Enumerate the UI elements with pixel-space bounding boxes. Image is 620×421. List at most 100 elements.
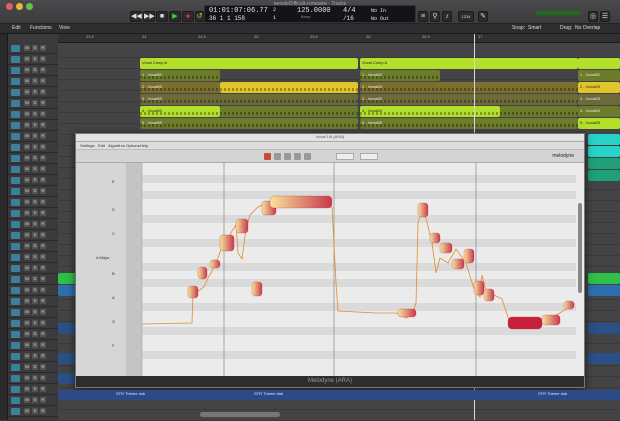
close-icon[interactable] — [6, 3, 13, 10]
record-enable-button[interactable]: R — [40, 56, 46, 62]
lcd-signature[interactable]: 4/4 — [343, 7, 356, 15]
track-header[interactable]: MSR — [8, 296, 58, 307]
record-enable-button[interactable]: R — [40, 331, 46, 337]
formant-tool-icon[interactable] — [284, 153, 291, 160]
track-header[interactable]: MSR — [8, 43, 58, 54]
cycle-button[interactable]: ↺ — [195, 11, 204, 22]
track-header[interactable]: MSR — [8, 54, 58, 65]
mel-menu-algorithm[interactable]: Algorithm — [108, 143, 125, 148]
lcd-display[interactable]: 01:01:07:06.77 36 1 1 158 2 1 125.0000 K… — [204, 5, 416, 23]
solo-button[interactable]: S — [32, 287, 38, 293]
solo-button[interactable]: S — [32, 265, 38, 271]
record-enable-button[interactable]: R — [40, 133, 46, 139]
mel-menu-help[interactable]: Help — [140, 143, 148, 148]
solo-button[interactable]: S — [32, 89, 38, 95]
note-blob[interactable] — [429, 232, 441, 244]
solo-button[interactable]: S — [32, 67, 38, 73]
track-header[interactable]: MSR — [8, 230, 58, 241]
solo-button[interactable]: S — [32, 309, 38, 315]
record-enable-button[interactable]: R — [40, 166, 46, 172]
track-header[interactable]: MSR — [8, 65, 58, 76]
mute-button[interactable]: M — [24, 89, 30, 95]
mute-button[interactable]: M — [24, 199, 30, 205]
solo-button[interactable]: S — [32, 56, 38, 62]
solo-button[interactable]: S — [32, 199, 38, 205]
note-blob[interactable] — [397, 308, 417, 318]
track-header[interactable]: MSR — [8, 175, 58, 186]
region[interactable] — [588, 158, 620, 169]
note-blob[interactable] — [463, 248, 475, 264]
scale-ruler[interactable] — [126, 163, 142, 376]
track-header[interactable]: MSR — [8, 87, 58, 98]
play-button[interactable]: ▶ — [169, 11, 181, 22]
record-enable-button[interactable]: R — [40, 375, 46, 381]
track-lane[interactable] — [58, 47, 620, 58]
track-header[interactable]: MSR — [8, 384, 58, 395]
note-blob[interactable] — [269, 195, 333, 209]
track-header[interactable]: MSR — [8, 406, 58, 417]
note-blob[interactable] — [451, 258, 465, 270]
record-enable-button[interactable]: R — [40, 199, 46, 205]
take-region[interactable]: 5 - Vocal05 — [578, 118, 620, 129]
take-region[interactable]: 1 - Vocal02 — [360, 70, 440, 81]
mute-button[interactable]: M — [24, 56, 30, 62]
solo-button[interactable]: S — [32, 353, 38, 359]
note-blob[interactable] — [251, 281, 263, 297]
mute-button[interactable]: M — [24, 111, 30, 117]
track-header[interactable]: MSR — [8, 131, 58, 142]
track-header[interactable]: MSR — [8, 252, 58, 263]
take-region[interactable]: 3 - Vocal03 — [140, 94, 358, 105]
track-header[interactable]: MSR — [8, 120, 58, 131]
solo-button[interactable]: S — [32, 276, 38, 282]
note-editor-canvas[interactable]: A Major E D C B A G F — [76, 163, 584, 376]
record-button[interactable]: ● — [182, 11, 194, 22]
solo-button[interactable]: S — [32, 298, 38, 304]
solo-button[interactable]: S — [32, 232, 38, 238]
note-blob[interactable] — [507, 316, 543, 330]
comp-region[interactable] — [578, 58, 620, 69]
loops-icon[interactable]: ◎ — [588, 11, 598, 22]
take-region[interactable]: 4 - Vocal04 — [140, 106, 220, 117]
track-header[interactable]: MSR — [8, 241, 58, 252]
track-header[interactable]: MSR — [8, 76, 58, 87]
note-blob[interactable] — [187, 285, 199, 299]
record-enable-button[interactable]: R — [40, 276, 46, 282]
mute-button[interactable]: M — [24, 243, 30, 249]
solo-button[interactable]: S — [32, 342, 38, 348]
region[interactable] — [588, 273, 620, 284]
solo-button[interactable]: S — [32, 100, 38, 106]
track-header[interactable]: MSR — [8, 329, 58, 340]
solo-button[interactable]: S — [32, 188, 38, 194]
region[interactable] — [588, 134, 620, 145]
solo-button[interactable]: S — [32, 78, 38, 84]
solo-button[interactable]: S — [32, 166, 38, 172]
record-enable-button[interactable]: R — [40, 89, 46, 95]
record-enable-button[interactable]: R — [40, 408, 46, 414]
record-enable-button[interactable]: R — [40, 210, 46, 216]
mute-button[interactable]: M — [24, 353, 30, 359]
take-region[interactable] — [220, 106, 358, 117]
note-blob[interactable] — [439, 242, 453, 254]
record-enable-button[interactable]: R — [40, 364, 46, 370]
track-header[interactable]: MSR — [8, 285, 58, 296]
track-header[interactable]: MSR — [8, 208, 58, 219]
solo-button[interactable]: S — [32, 386, 38, 392]
take-region[interactable]: 1 - Vocal02 — [140, 70, 220, 81]
track-header[interactable]: MSR — [8, 373, 58, 384]
mute-button[interactable]: M — [24, 221, 30, 227]
note-blob[interactable] — [541, 314, 561, 326]
solo-button[interactable]: S — [32, 133, 38, 139]
note-blob[interactable] — [417, 202, 429, 218]
record-enable-button[interactable]: R — [40, 232, 46, 238]
mute-button[interactable]: M — [24, 342, 30, 348]
mute-button[interactable]: M — [24, 287, 30, 293]
note-blob[interactable] — [209, 259, 221, 269]
mute-button[interactable]: M — [24, 78, 30, 84]
horizontal-scrollbar[interactable] — [200, 412, 280, 417]
record-enable-button[interactable]: R — [40, 78, 46, 84]
region[interactable] — [588, 170, 620, 181]
note-blob[interactable] — [483, 288, 495, 302]
record-enable-button[interactable]: R — [40, 254, 46, 260]
mel-menu-settings[interactable]: Settings — [80, 143, 94, 148]
track-header[interactable]: MSR — [8, 362, 58, 373]
